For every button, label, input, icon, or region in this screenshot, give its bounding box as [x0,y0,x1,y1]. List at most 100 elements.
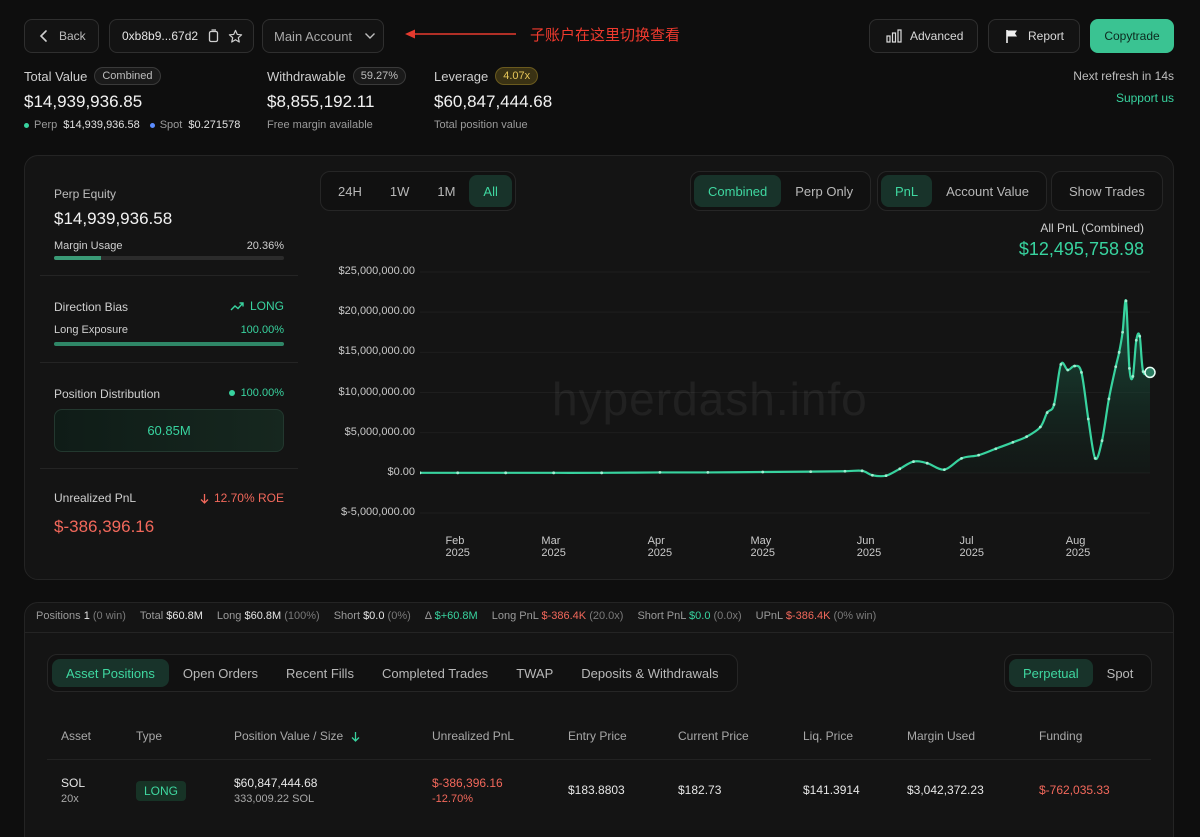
copy-icon[interactable] [207,29,219,43]
unrealized-roe: 12.70% ROE [200,491,284,505]
x-tick-label: Mar 2025 [541,535,566,559]
mode-perp-only[interactable]: Perp Only [781,175,867,207]
row-funding: $-762,035.33 [1039,783,1110,797]
stat-upnl-win: (0% win) [833,610,877,622]
col-type[interactable]: Type [136,729,162,743]
tab-asset-positions[interactable]: Asset Positions [52,659,169,687]
direction-bias-label: Direction Bias [54,300,129,314]
long-exposure-value: 100.00% [240,324,284,336]
pnl-point [1059,362,1063,366]
market-tabs: Perpetual Spot [1004,654,1153,692]
total-value-label: Total Value [24,68,88,84]
pnl-point [1141,370,1145,374]
col-entry-price[interactable]: Entry Price [568,729,627,743]
position-distribution-pct: 100.00% [228,387,284,399]
range-all[interactable]: All [469,175,512,207]
tab-spot[interactable]: Spot [1093,659,1148,687]
col-unrealized-pnl[interactable]: Unrealized PnL [432,729,514,743]
stat-long: $60.8M [244,610,282,622]
account-select[interactable]: Main Account [262,19,384,53]
stat-short: $0.0 [363,610,385,622]
unrealized-pnl-label: Unrealized PnL [54,491,137,505]
row-asset: SOL [61,776,86,790]
stat-long-pnl-x: (20.0x) [589,610,624,622]
row-upnl-pct: -12.70% [432,793,473,805]
perp-label: Perp [34,119,58,131]
metric-selector: PnL Account Value [877,171,1048,211]
pnl-point [1066,368,1070,372]
pnl-point [870,473,874,477]
perp-equity-label: Perp Equity [54,187,117,201]
col-funding[interactable]: Funding [1039,729,1082,743]
metric-pnl[interactable]: PnL [881,175,933,207]
range-24h[interactable]: 24H [324,175,376,207]
arrow-down-icon [200,493,209,504]
total-value-block: Total Value Combined $14,939,936.85 Perp… [24,67,240,131]
stat-positions-label: Positions [36,610,81,622]
annotation-text: 子账户在这里切换查看 [530,27,681,44]
advanced-label: Advanced [910,29,964,43]
total-value: $14,939,936.85 [24,92,143,111]
metric-account-value[interactable]: Account Value [932,175,1043,207]
tab-completed-trades[interactable]: Completed Trades [368,659,502,687]
pnl-point [960,456,963,460]
chart-watermark: hyperdash.info [552,373,868,425]
leverage-value: $60,847,444.68 [434,92,553,111]
perp-equity-value: $14,939,936.58 [54,209,173,228]
position-distribution-bar[interactable]: 60.85M [54,409,284,452]
pnl-point [658,471,662,474]
tab-open-orders[interactable]: Open Orders [169,659,272,687]
pnl-point [1080,371,1083,374]
range-1w[interactable]: 1W [376,175,424,207]
withdrawable-block: Withdrawable 59.27% $8,855,192.11 Free m… [267,67,407,131]
unrealized-roe-text: 12.70% ROE [213,491,284,505]
report-button[interactable]: Report [988,19,1080,53]
positions-tabs: Asset Positions Open Orders Recent Fills… [47,654,738,692]
back-button[interactable]: Back [24,19,99,53]
margin-usage-value: 20.36% [246,240,284,252]
pnl-point [1052,403,1056,406]
margin-usage-label: Margin Usage [54,240,123,252]
tab-perpetual[interactable]: Perpetual [1009,659,1093,687]
copytrade-button[interactable]: Copytrade [1090,19,1174,53]
withdrawable-sub: Free margin available [267,119,373,131]
stat-upnl-label: UPnL [755,610,783,622]
show-trades-button[interactable]: Show Trades [1051,171,1163,211]
stat-delta: $+60.8M [434,610,478,622]
pnl-point [1121,330,1124,334]
tab-recent-fills[interactable]: Recent Fills [272,659,368,687]
pnl-point [1011,440,1015,444]
pnl-point [860,469,864,473]
advanced-button[interactable]: Advanced [869,19,978,53]
long-exposure-bar [54,342,284,346]
x-tick-label: Feb 2025 [445,535,470,559]
row-liq-price: $141.3914 [803,783,860,797]
copytrade-label: Copytrade [1104,29,1160,43]
pnl-point [1124,299,1128,303]
position-distribution-label: Position Distribution [54,387,161,401]
pnl-point [942,468,946,472]
pnl-point [1073,364,1077,368]
stat-long-pnl-label: Long PnL [491,610,539,622]
stats-bar: Positions 1 (0 win) Total $60.8M Long $6… [36,610,890,622]
pnl-point [1134,338,1138,342]
range-1m[interactable]: 1M [423,175,469,207]
col-position-value[interactable]: Position Value / Size [234,729,360,743]
support-link[interactable]: Support us [1116,91,1174,105]
sort-arrow-down-icon [351,731,360,742]
col-current-price[interactable]: Current Price [678,729,749,743]
tab-twap[interactable]: TWAP [502,659,567,687]
flag-icon [1005,29,1019,44]
spot-label: Spot [159,119,183,131]
chevron-left-icon [39,29,49,43]
pnl-point [761,470,765,474]
pnl-point [1114,365,1118,369]
trend-up-icon [230,301,244,311]
col-liq-price[interactable]: Liq. Price [803,729,853,743]
star-icon[interactable] [228,29,243,44]
tab-deposits-withdrawals[interactable]: Deposits & Withdrawals [567,659,732,687]
col-asset[interactable]: Asset [61,729,91,743]
col-margin-used[interactable]: Margin Used [907,729,975,743]
mode-combined[interactable]: Combined [694,175,782,207]
refresh-text: Next refresh in 14s [1073,69,1174,83]
